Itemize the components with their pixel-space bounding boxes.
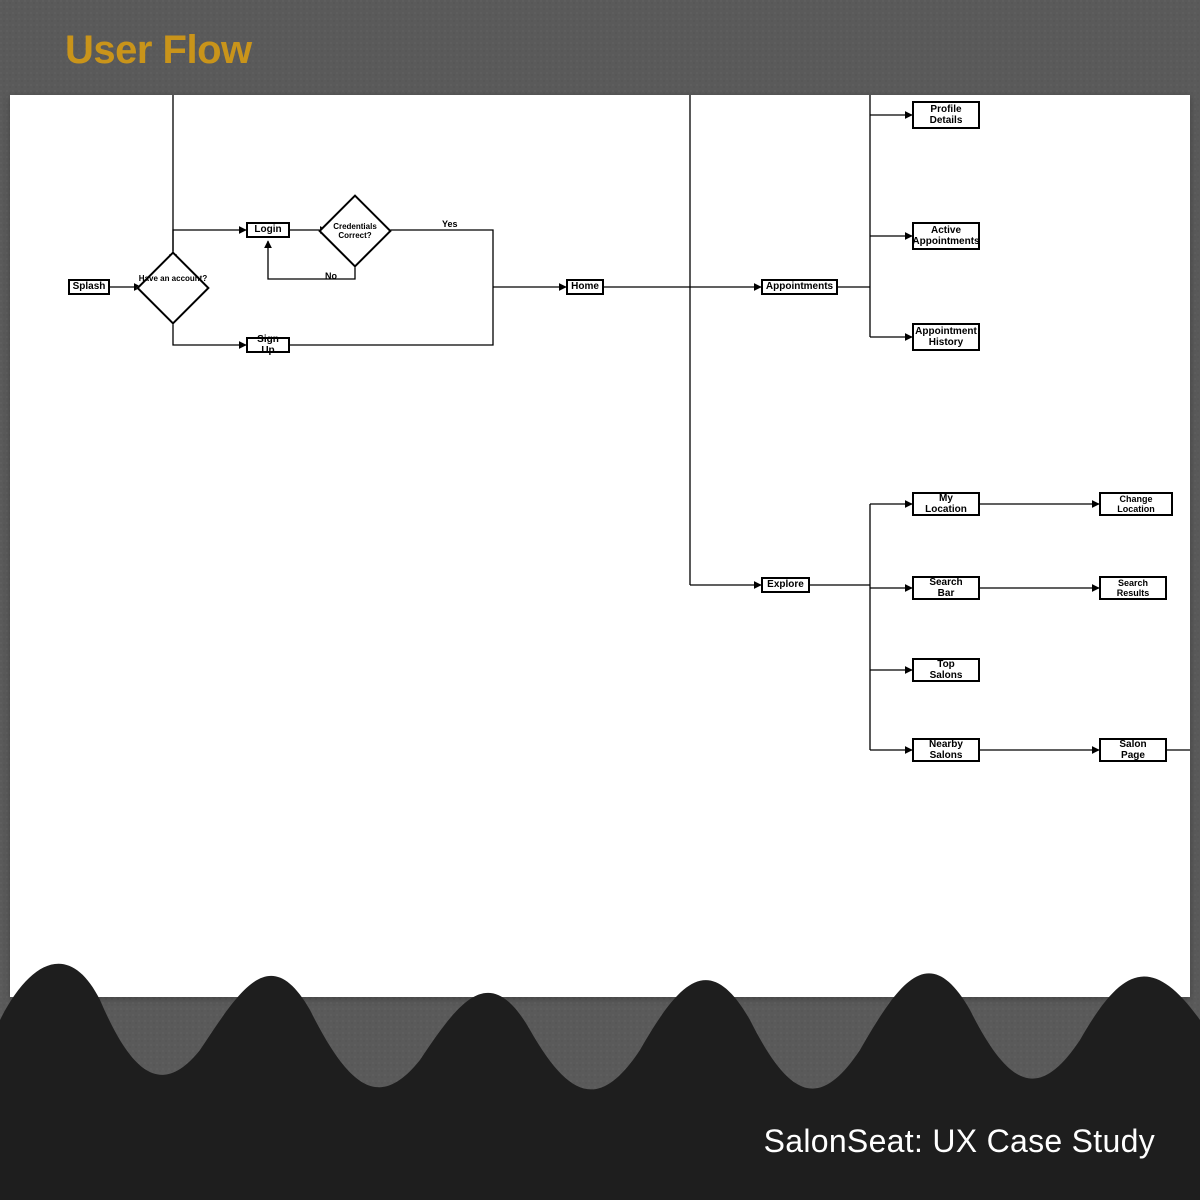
node-appointment-history: Appointment History — [912, 323, 980, 351]
node-splash: Splash — [68, 279, 110, 295]
page-title: User Flow — [65, 28, 252, 73]
edge-label-no: No — [325, 271, 337, 281]
node-home: Home — [566, 279, 604, 295]
footer-caption: SalonSeat: UX Case Study — [764, 1123, 1155, 1160]
node-salon-page: Salon Page — [1099, 738, 1167, 762]
node-active-appointments: Active Appointments — [912, 222, 980, 250]
node-nearby-salons: Nearby Salons — [912, 738, 980, 762]
node-search-bar: Search Bar — [912, 576, 980, 600]
node-signup: Sign Up — [246, 337, 290, 353]
node-search-results: Search Results — [1099, 576, 1167, 600]
node-explore: Explore — [761, 577, 810, 593]
node-profile-details: Profile Details — [912, 101, 980, 129]
node-appointments: Appointments — [761, 279, 838, 295]
node-change-location: Change Location — [1099, 492, 1173, 516]
node-my-location: My Location — [912, 492, 980, 516]
node-top-salons: Top Salons — [912, 658, 980, 682]
edge-label-yes: Yes — [442, 219, 458, 229]
flow-edges — [10, 95, 1190, 997]
flow-canvas: Splash Have an account? Login Credential… — [10, 95, 1190, 997]
node-login: Login — [246, 222, 290, 238]
